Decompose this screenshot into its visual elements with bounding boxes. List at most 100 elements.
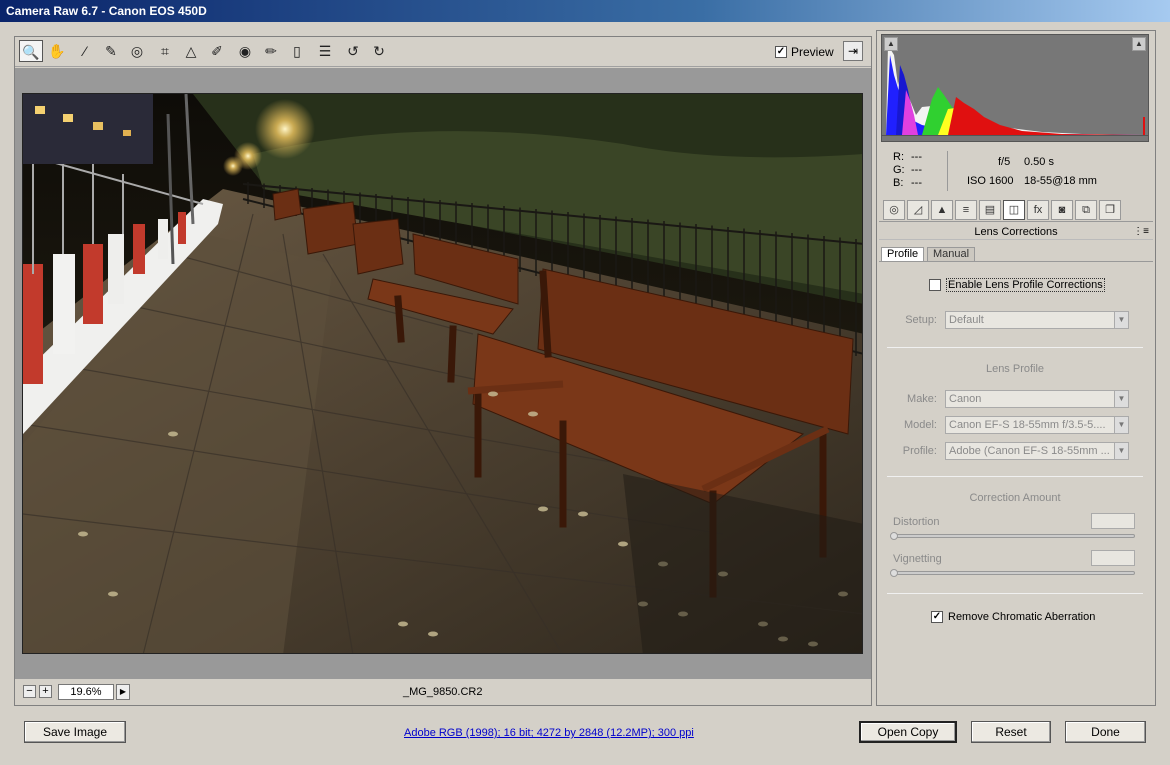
model-label: Model:	[903, 419, 937, 431]
vignetting-thumb[interactable]	[890, 569, 898, 577]
hand-tool-icon[interactable]: ✋	[45, 40, 69, 62]
panel-title-text: Lens Corrections	[974, 226, 1058, 238]
filename: _MG_9850.CR2	[403, 686, 483, 698]
r-label: R:	[893, 151, 904, 163]
tab-manual[interactable]: Manual	[927, 247, 976, 261]
subtab-divider	[879, 261, 1153, 262]
model-select[interactable]: Canon EF-S 18-55mm f/3.5-5.... ▼	[945, 416, 1129, 434]
spot-removal-tool-icon[interactable]: ✐	[205, 40, 229, 62]
distortion-value[interactable]	[1091, 513, 1135, 529]
tab-camera-calibration-icon[interactable]: ◙	[1051, 200, 1073, 220]
r-value: ---	[911, 151, 922, 163]
done-button[interactable]: Done	[1065, 721, 1146, 743]
aperture: f/5	[998, 156, 1011, 168]
chevron-down-icon: ▼	[1114, 391, 1128, 407]
tab-effects-icon[interactable]: fx	[1027, 200, 1049, 220]
tab-profile[interactable]: Profile	[881, 247, 925, 261]
color-sampler-tool-icon[interactable]: ✎	[99, 40, 123, 62]
chromatic-aberration-row[interactable]: ✓ Remove Chromatic Aberration	[931, 611, 1095, 623]
white-balance-tool-icon[interactable]: ⁄	[73, 40, 97, 62]
rotate-left-tool-icon[interactable]: ↺	[341, 40, 365, 62]
chromatic-aberration-checkbox[interactable]: ✓	[931, 611, 943, 623]
rotate-right-tool-icon[interactable]: ↻	[367, 40, 391, 62]
info-divider	[947, 151, 948, 191]
zoom-tool-icon[interactable]: 🔍	[19, 40, 43, 62]
tab-detail-icon[interactable]: ▲	[931, 200, 953, 220]
vignetting-label: Vignetting	[893, 553, 942, 565]
distortion-thumb[interactable]	[890, 532, 898, 540]
setup-select[interactable]: Default ▼	[945, 311, 1129, 329]
zoom-in-button[interactable]: +	[39, 685, 52, 698]
image-canvas[interactable]	[15, 68, 871, 679]
zoom-level[interactable]: 19.6%	[58, 684, 114, 700]
enable-profile-label: Enable Lens Profile Corrections	[946, 278, 1105, 292]
iso: ISO 1600	[967, 175, 1014, 187]
tab-snapshots-icon[interactable]: ❐	[1099, 200, 1121, 220]
workflow-options-link[interactable]: Adobe RGB (1998); 16 bit; 4272 by 2848 (…	[404, 727, 694, 739]
panel-menu-icon[interactable]: ⋮≡	[1133, 224, 1149, 240]
histogram: ▲ ▲	[881, 34, 1149, 142]
chevron-down-icon: ▼	[1114, 417, 1128, 433]
chromatic-aberration-label: Remove Chromatic Aberration	[948, 611, 1096, 623]
make-value: Canon	[949, 393, 982, 405]
preview-label: Preview	[791, 45, 834, 59]
straighten-tool-icon[interactable]: △	[179, 40, 203, 62]
profile-select[interactable]: Adobe (Canon EF-S 18-55mm ... ▼	[945, 442, 1129, 460]
preview-checkbox[interactable]: ✓	[775, 46, 787, 58]
b-value: ---	[911, 177, 922, 189]
zoom-dropdown[interactable]: ▶	[116, 684, 130, 700]
preferences-tool-icon[interactable]: ☰	[313, 40, 337, 62]
tab-presets-icon[interactable]: ⧉	[1075, 200, 1097, 220]
g-label: G:	[893, 164, 905, 176]
adjustment-brush-tool-icon[interactable]: ✏	[259, 40, 283, 62]
tab-basic-icon[interactable]: ◎	[883, 200, 905, 220]
save-image-button[interactable]: Save Image	[24, 721, 126, 743]
red-eye-tool-icon[interactable]: ◉	[233, 40, 257, 62]
info-readout: R: --- G: --- B: --- f/5 0.50 s ISO 1600 18…	[881, 147, 1149, 195]
open-copy-button[interactable]: Open Copy	[859, 721, 957, 743]
crop-tool-icon[interactable]: ⌗	[153, 40, 177, 62]
preview-toggle[interactable]: ✓ Preview	[775, 43, 834, 61]
lens-profile-title: Lens Profile	[985, 363, 1045, 375]
tab-lens-corrections-icon[interactable]: ◫	[1003, 200, 1025, 220]
shadow-clipping-icon[interactable]: ▲	[884, 37, 898, 51]
make-select[interactable]: Canon ▼	[945, 390, 1129, 408]
profile-label: Profile:	[902, 445, 937, 457]
preview-pane: 🔍✋⁄✎◎⌗△✐◉✏▯☰↺↻ ✓ Preview ⇥	[14, 36, 872, 706]
distortion-label: Distortion	[893, 516, 940, 528]
setup-value: Default	[949, 314, 984, 326]
chevron-down-icon: ▼	[1114, 312, 1128, 328]
photo-preview[interactable]	[22, 93, 863, 654]
tab-split-toning-icon[interactable]: ▤	[979, 200, 1001, 220]
panel-title: Lens Corrections ⋮≡	[879, 224, 1153, 240]
status-bar: − + 19.6% ▶ _MG_9850.CR2	[15, 679, 871, 705]
tool-bar: 🔍 ✋ ⁄ ✎ ◎ ⌗ △ ✐ ◉ ✏ ▯ ☰ ↺ ↻ ✓ Preview ⇥	[15, 37, 871, 67]
fullscreen-icon[interactable]: ⇥	[843, 41, 863, 61]
highlight-clipping-icon[interactable]: ▲	[1132, 37, 1146, 51]
divider	[887, 476, 1143, 477]
setup-label: Setup:	[905, 314, 937, 326]
tab-hsl-icon[interactable]: ≡	[955, 200, 977, 220]
correction-amount-title: Correction Amount	[969, 492, 1061, 504]
vignetting-value[interactable]	[1091, 550, 1135, 566]
panel-tabs: ◎ ◿ ▲ ≡ ▤ ◫ fx ◙ ⧉ ❐	[879, 198, 1153, 222]
vignetting-slider[interactable]	[890, 569, 1135, 577]
chevron-down-icon: ▼	[1114, 443, 1128, 459]
divider	[887, 347, 1143, 348]
zoom-out-button[interactable]: −	[23, 685, 36, 698]
model-value: Canon EF-S 18-55mm f/3.5-5....	[949, 419, 1106, 431]
adjustments-pane: ▲ ▲ R: --- G: --- B: --- f/5 0.50 s ISO 160…	[876, 30, 1156, 706]
targeted-adjustment-tool-icon[interactable]: ◎	[125, 40, 149, 62]
tab-tone-curve-icon[interactable]: ◿	[907, 200, 929, 220]
g-value: ---	[911, 164, 922, 176]
graduated-filter-tool-icon[interactable]: ▯	[285, 40, 309, 62]
divider	[887, 593, 1143, 594]
reset-button[interactable]: Reset	[971, 721, 1051, 743]
distortion-slider[interactable]	[890, 532, 1135, 540]
enable-profile-checkbox[interactable]	[929, 279, 941, 291]
shutter-speed: 0.50 s	[1024, 156, 1054, 168]
window-title: Camera Raw 6.7 - Canon EOS 450D	[0, 0, 1170, 22]
enable-profile-row[interactable]: Enable Lens Profile Corrections	[929, 278, 1105, 292]
lens-focal: 18-55@18 mm	[1024, 175, 1097, 187]
make-label: Make:	[907, 393, 937, 405]
